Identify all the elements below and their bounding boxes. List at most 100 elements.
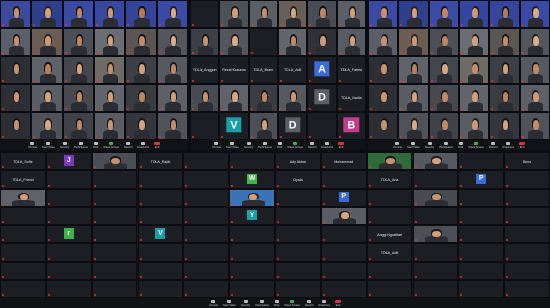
participant-tile[interactable] <box>31 112 63 140</box>
participant-tile[interactable] <box>31 84 63 112</box>
participant-tile[interactable] <box>91 243 138 262</box>
participant-tile[interactable] <box>0 84 32 112</box>
participant-tile[interactable] <box>248 0 278 28</box>
participant-tile[interactable] <box>458 243 505 262</box>
participant-tile[interactable] <box>62 0 94 28</box>
participant-tile[interactable] <box>320 261 367 280</box>
participant-tile[interactable] <box>275 279 321 298</box>
participant-tile[interactable] <box>519 84 550 112</box>
participant-tile[interactable]: Bimo <box>504 152 550 171</box>
participant-tile[interactable] <box>125 56 157 84</box>
participant-tile[interactable] <box>504 243 550 262</box>
participant-tile[interactable] <box>458 152 505 171</box>
participant-tile[interactable] <box>504 261 550 280</box>
participant-tile[interactable] <box>91 206 138 225</box>
chat-button[interactable]: Chat <box>277 141 282 149</box>
participants-button[interactable]: Participants <box>255 299 269 307</box>
participant-tile[interactable] <box>229 188 275 207</box>
participant-tile[interactable] <box>398 0 429 28</box>
participant-tile[interactable] <box>368 84 399 112</box>
participant-tile[interactable] <box>156 84 188 112</box>
participant-tile[interactable] <box>519 28 550 56</box>
participant-tile[interactable] <box>229 279 275 298</box>
record-button[interactable]: Record <box>489 141 498 149</box>
participant-tile[interactable]: Oyala <box>275 170 321 189</box>
participant-tile[interactable] <box>94 112 126 140</box>
participant-tile[interactable] <box>190 112 220 140</box>
end-button[interactable]: End <box>335 299 342 307</box>
participant-tile[interactable] <box>190 84 220 112</box>
participant-tile[interactable] <box>0 206 46 225</box>
share-button[interactable]: Share Screen <box>287 141 303 149</box>
participant-tile[interactable] <box>459 56 490 84</box>
reactions-button[interactable]: Reactions <box>319 299 330 307</box>
end-button[interactable]: End <box>338 141 345 149</box>
participant-tile[interactable]: TDLA_Friend <box>0 170 46 189</box>
mic-button[interactable]: Unmute <box>393 141 402 149</box>
participant-tile[interactable] <box>0 0 32 28</box>
participant-tile[interactable] <box>156 112 188 140</box>
participant-tile[interactable] <box>412 170 459 189</box>
participant-tile[interactable] <box>0 225 46 244</box>
participant-tile[interactable] <box>94 84 126 112</box>
share-button[interactable]: Share Screen <box>284 299 300 307</box>
chat-button[interactable]: Chat <box>274 299 279 307</box>
participant-tile[interactable] <box>229 261 275 280</box>
participant-tile[interactable] <box>320 243 367 262</box>
participant-tile[interactable]: Muhammad <box>320 152 367 171</box>
participant-tile[interactable] <box>412 206 459 225</box>
participant-tile[interactable] <box>62 28 94 56</box>
chat-button[interactable]: Chat <box>458 141 463 149</box>
participant-tile[interactable] <box>137 188 184 207</box>
participant-tile[interactable] <box>275 243 321 262</box>
participant-tile[interactable] <box>368 56 399 84</box>
participant-tile[interactable] <box>519 0 550 28</box>
participant-tile[interactable] <box>412 152 459 171</box>
participant-tile[interactable] <box>94 28 126 56</box>
participant-tile[interactable] <box>248 112 278 140</box>
participant-tile[interactable] <box>0 261 46 280</box>
participant-tile[interactable] <box>91 152 138 171</box>
participant-tile[interactable] <box>183 279 230 298</box>
participant-tile[interactable] <box>366 279 413 298</box>
participant-tile[interactable] <box>307 28 337 56</box>
share-button[interactable]: Share Screen <box>468 141 484 149</box>
participant-tile[interactable] <box>125 84 157 112</box>
participant-tile[interactable] <box>458 279 505 298</box>
participant-tile[interactable] <box>190 0 220 28</box>
participant-tile[interactable] <box>428 112 459 140</box>
participant-tile[interactable] <box>368 28 399 56</box>
participant-tile[interactable]: Y <box>229 206 275 225</box>
security-button[interactable]: Security <box>244 141 253 149</box>
participant-tile[interactable] <box>398 56 429 84</box>
participant-tile[interactable] <box>137 206 184 225</box>
participant-tile[interactable] <box>428 28 459 56</box>
participant-tile[interactable]: TDLA_Fatma <box>336 56 366 84</box>
participant-tile[interactable] <box>398 28 429 56</box>
participant-tile[interactable] <box>275 188 321 207</box>
chat-button[interactable]: Chat <box>93 141 98 149</box>
participant-tile[interactable] <box>412 225 459 244</box>
participant-tile[interactable] <box>91 261 138 280</box>
participant-tile[interactable]: J <box>45 152 92 171</box>
participant-tile[interactable] <box>62 84 94 112</box>
participant-tile[interactable] <box>504 170 550 189</box>
participant-tile[interactable]: TDLA_Ana <box>366 170 413 189</box>
record-button[interactable]: Record <box>308 141 317 149</box>
reactions-button[interactable]: Reactions <box>138 141 149 149</box>
participant-tile[interactable]: TDLA_Radit <box>137 152 184 171</box>
participant-tile[interactable]: D <box>307 84 337 112</box>
participant-tile[interactable] <box>183 225 230 244</box>
participant-tile[interactable] <box>320 279 367 298</box>
participant-tile[interactable] <box>156 28 188 56</box>
participant-tile[interactable] <box>137 261 184 280</box>
participant-tile[interactable]: r <box>45 225 92 244</box>
record-button[interactable]: Record <box>305 299 314 307</box>
video-button[interactable]: Start Video <box>226 141 239 149</box>
participant-tile[interactable] <box>229 243 275 262</box>
participant-tile[interactable] <box>278 84 308 112</box>
participant-tile[interactable] <box>459 112 490 140</box>
participant-tile[interactable] <box>125 112 157 140</box>
participant-tile[interactable]: P <box>458 170 505 189</box>
participant-tile[interactable] <box>368 0 399 28</box>
